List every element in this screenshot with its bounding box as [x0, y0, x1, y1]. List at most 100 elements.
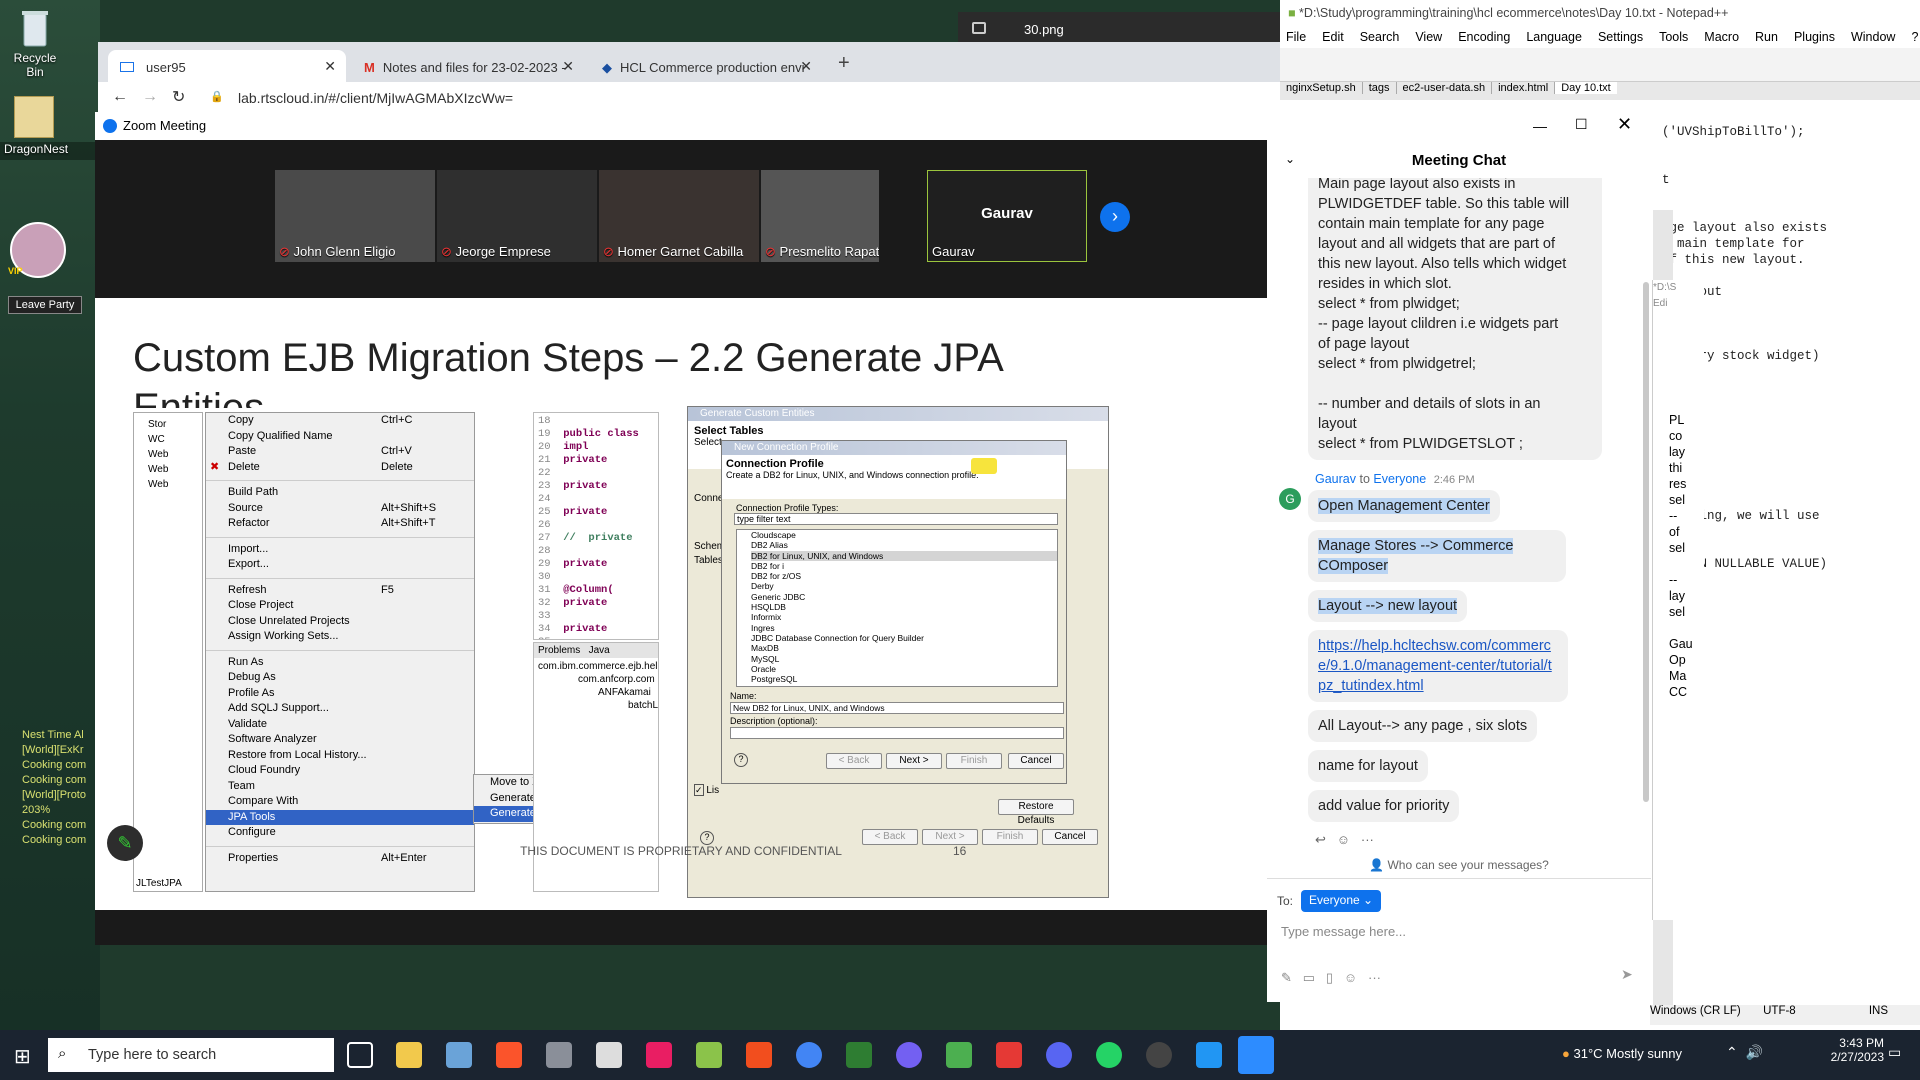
- participant-video[interactable]: ⊘ John Glenn Eligio: [275, 170, 435, 262]
- menu-settings[interactable]: Settings: [1598, 30, 1643, 44]
- app-icon[interactable]: [946, 1042, 972, 1068]
- reply-icon[interactable]: ↩: [1315, 832, 1326, 847]
- next-page-icon[interactable]: ›: [1100, 202, 1130, 232]
- menu-item[interactable]: Software Analyzer: [206, 732, 474, 748]
- menu-file[interactable]: File: [1286, 30, 1306, 44]
- tree-item[interactable]: WC: [148, 432, 202, 447]
- profile-type-item[interactable]: MySQL: [751, 654, 1057, 664]
- problem-item[interactable]: com.anfcorp.com: [538, 673, 655, 686]
- menu-item[interactable]: Team: [206, 779, 474, 795]
- help-icon[interactable]: ?: [700, 831, 714, 845]
- profile-type-item[interactable]: PostgreSQL: [751, 674, 1057, 684]
- discord-icon[interactable]: [1046, 1042, 1072, 1068]
- browser-tab[interactable]: ◆ HCL Commerce production envi ✕: [590, 50, 822, 82]
- menu-item[interactable]: Paste Ctrl+V: [206, 444, 474, 460]
- send-icon[interactable]: ➤: [1621, 966, 1633, 983]
- file-icon[interactable]: ▯: [1326, 970, 1333, 985]
- profile-type-item[interactable]: Informix: [751, 612, 1057, 622]
- file-tab[interactable]: tags: [1362, 82, 1397, 94]
- whatsapp-icon[interactable]: [1096, 1042, 1122, 1068]
- file-tab[interactable]: nginxSetup.sh: [1280, 82, 1363, 94]
- profile-type-item[interactable]: MaxDB: [751, 643, 1057, 653]
- chat-message[interactable]: Open Management Center: [1308, 490, 1500, 522]
- next-button[interactable]: Next >: [922, 829, 978, 845]
- figma-icon[interactable]: [746, 1042, 772, 1068]
- back-button[interactable]: < Back: [826, 753, 882, 769]
- browser-tab[interactable]: M Notes and files for 23-02-2023 - ✕: [352, 50, 584, 82]
- file-tab-active[interactable]: Day 10.txt: [1555, 82, 1617, 94]
- back-button[interactable]: < Back: [862, 829, 918, 845]
- clock[interactable]: 3:43 PM 2/27/2023: [1810, 1036, 1884, 1064]
- profile-type-item[interactable]: JDBC Database Connection for Query Build…: [751, 633, 1057, 643]
- profile-type-item[interactable]: Derby: [751, 581, 1057, 591]
- close-tab-icon[interactable]: ✕: [562, 58, 574, 75]
- participant-video[interactable]: ⊘ Jeorge Emprese: [437, 170, 597, 262]
- dragonnest-shortcut[interactable]: DragonNest: [0, 142, 96, 160]
- chrome-icon[interactable]: [796, 1042, 822, 1068]
- profile-type-item[interactable]: Generic JDBC: [751, 592, 1057, 602]
- menu-item[interactable]: Configure: [206, 825, 474, 841]
- menu-tools[interactable]: Tools: [1659, 30, 1688, 44]
- file-explorer-icon[interactable]: [396, 1042, 422, 1068]
- menu-window[interactable]: Window: [1851, 30, 1895, 44]
- emoji-reaction-icon[interactable]: ☺: [1337, 832, 1350, 847]
- tree-item[interactable]: Web: [148, 462, 202, 477]
- menu-item[interactable]: Close Project: [206, 598, 474, 614]
- participant-video[interactable]: ⊘ Homer Garnet Cabilla: [599, 170, 759, 262]
- close-icon[interactable]: ✕: [1617, 114, 1632, 135]
- menu-language[interactable]: Language: [1526, 30, 1582, 44]
- menu-item[interactable]: Refresh F5: [206, 583, 474, 599]
- notepadpp-icon[interactable]: [696, 1042, 722, 1068]
- chat-message[interactable]: name for layout: [1308, 750, 1428, 782]
- participant-video-active[interactable]: Gaurav Gaurav: [927, 170, 1087, 262]
- chat-message-previous[interactable]: Main page layout also exists in PLWIDGETD…: [1308, 178, 1602, 460]
- notifications-icon[interactable]: ▭: [1888, 1044, 1901, 1061]
- profile-types-list[interactable]: Cloudscape DB2 Alias DB2 for Linux, UNIX, …: [736, 529, 1058, 687]
- menu-macro[interactable]: Macro: [1704, 30, 1739, 44]
- screenshot-icon[interactable]: ▭: [1303, 970, 1315, 985]
- menu-edit[interactable]: Edit: [1322, 30, 1344, 44]
- sender-name[interactable]: Gaurav: [1315, 472, 1356, 486]
- message-input[interactable]: Type message here...: [1281, 924, 1406, 939]
- problem-item[interactable]: com.ibm.commerce.ejb.hel: [538, 660, 657, 673]
- menu-item[interactable]: Run As: [206, 655, 474, 671]
- description-input[interactable]: [730, 727, 1064, 739]
- app-icon[interactable]: [596, 1042, 622, 1068]
- forward-icon[interactable]: →: [142, 88, 158, 106]
- menu-item[interactable]: Build Path: [206, 485, 474, 501]
- tree-item[interactable]: Web: [148, 447, 202, 462]
- chat-message[interactable]: Manage Stores --> Commerce COmposer: [1308, 530, 1566, 582]
- app-icon[interactable]: [546, 1042, 572, 1068]
- zoom-taskbar-icon[interactable]: [1238, 1036, 1274, 1074]
- problem-item[interactable]: ANFAkamai: [538, 686, 654, 699]
- close-tab-icon[interactable]: ✕: [324, 58, 336, 75]
- menu-item[interactable]: Close Unrelated Projects: [206, 614, 474, 630]
- file-tab[interactable]: ec2-user-data.sh: [1396, 82, 1493, 94]
- taskbar-search[interactable]: ⌕ Type here to search: [48, 1038, 334, 1072]
- chat-scrollbar[interactable]: [1643, 282, 1649, 802]
- more-icon[interactable]: ···: [1361, 832, 1374, 847]
- participant-video[interactable]: ⊘ Presmelito Rapatan V...: [761, 170, 879, 262]
- brave-icon[interactable]: [496, 1042, 522, 1068]
- weather[interactable]: ● 31°C Mostly sunny: [1562, 1046, 1682, 1061]
- help-icon[interactable]: ?: [734, 753, 748, 767]
- app-icon[interactable]: [446, 1042, 472, 1068]
- new-tab-icon[interactable]: +: [838, 52, 850, 75]
- menu-view[interactable]: View: [1415, 30, 1442, 44]
- menu-item[interactable]: Compare With: [206, 794, 474, 810]
- finish-button[interactable]: Finish: [946, 753, 1002, 769]
- profile-type-item[interactable]: Cloudscape: [751, 530, 1057, 540]
- menu-item[interactable]: Copy Ctrl+C: [206, 413, 474, 429]
- task-view-icon[interactable]: [347, 1042, 373, 1068]
- back-icon[interactable]: ←: [112, 88, 128, 106]
- chat-message[interactable]: All Layout--> any page , six slots: [1308, 710, 1538, 742]
- reload-icon[interactable]: ↻: [172, 87, 185, 107]
- chat-link-message[interactable]: https://help.hcltechsw.com/commerce/9.1.…: [1308, 630, 1568, 702]
- privacy-note[interactable]: 👤 Who can see your messages?: [1267, 858, 1651, 872]
- profile-type-item[interactable]: Ingres: [751, 623, 1057, 633]
- tree-item[interactable]: Stor: [148, 417, 202, 432]
- app-icon[interactable]: [846, 1042, 872, 1068]
- profile-type-item-selected[interactable]: DB2 for Linux, UNIX, and Windows: [751, 550, 1057, 561]
- menu-item[interactable]: Import...: [206, 542, 474, 558]
- recycle-bin-shortcut[interactable]: Recycle Bin: [4, 8, 66, 79]
